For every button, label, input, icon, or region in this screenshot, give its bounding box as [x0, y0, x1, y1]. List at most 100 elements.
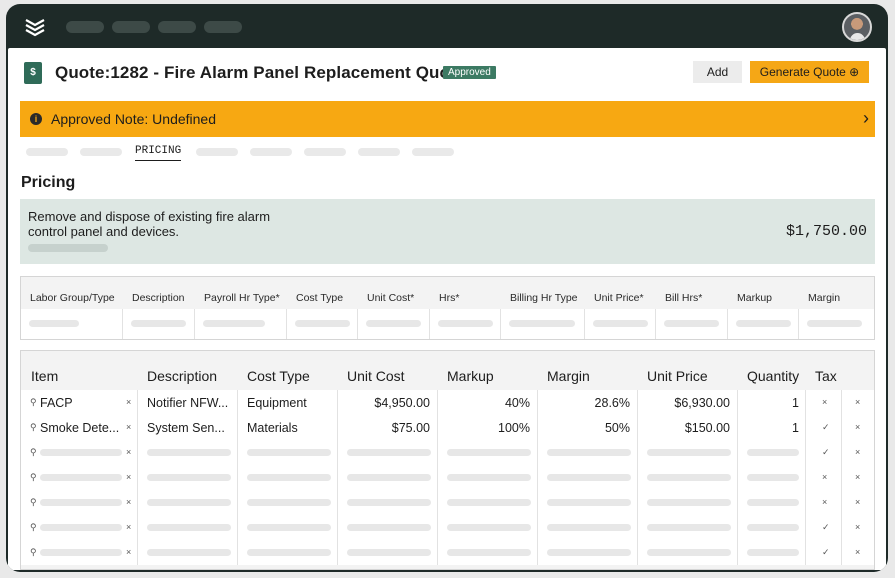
table-cell[interactable] — [738, 490, 806, 515]
nav-item[interactable] — [66, 21, 104, 33]
table-cell[interactable] — [638, 465, 738, 490]
tax-toggle[interactable]: × — [822, 397, 827, 407]
nav-item[interactable] — [158, 21, 196, 33]
tab-placeholder[interactable] — [26, 148, 68, 156]
margin-cell[interactable]: 28.6% — [538, 390, 638, 415]
table-cell[interactable]: ✓ — [806, 540, 842, 565]
delete-row-icon[interactable]: × — [855, 497, 860, 507]
table-cell[interactable] — [738, 540, 806, 565]
labor-cell[interactable] — [585, 309, 656, 339]
table-cell[interactable] — [738, 440, 806, 465]
table-cell[interactable] — [138, 540, 238, 565]
table-row[interactable]: ⚲ × × × — [21, 465, 874, 490]
labor-cell[interactable] — [430, 309, 501, 339]
tab-placeholder[interactable] — [412, 148, 454, 156]
table-row[interactable]: ⚲ × ✓ × — [21, 515, 874, 540]
labor-cell[interactable] — [287, 309, 358, 339]
labor-cell[interactable] — [123, 309, 195, 339]
table-cell[interactable] — [238, 540, 338, 565]
table-cell[interactable] — [238, 515, 338, 540]
table-cell[interactable]: × — [842, 440, 876, 465]
table-cell[interactable]: × — [842, 465, 876, 490]
table-cell[interactable] — [138, 490, 238, 515]
nav-item[interactable] — [112, 21, 150, 33]
clear-icon[interactable]: × — [126, 447, 131, 457]
tax-toggle[interactable]: × — [822, 497, 827, 507]
table-cell[interactable] — [238, 440, 338, 465]
table-row[interactable]: ⚲ FACP × Notifier NFW... Equipment $4,95… — [21, 390, 874, 415]
table-cell[interactable] — [438, 490, 538, 515]
table-cell[interactable] — [338, 515, 438, 540]
table-cell[interactable] — [138, 515, 238, 540]
delete-row-icon[interactable]: × — [855, 472, 860, 482]
table-cell[interactable]: ⚲ × — [21, 490, 138, 515]
labor-cell[interactable] — [195, 309, 287, 339]
item-cell[interactable]: ⚲ FACP × — [21, 390, 138, 415]
table-row[interactable]: ⚲ × × × — [21, 490, 874, 515]
delete-row-icon[interactable]: × — [855, 397, 860, 407]
description-cell[interactable]: System Sen... — [138, 415, 238, 440]
labor-cell[interactable] — [501, 309, 585, 339]
table-row[interactable]: ⚲ × ✓ × — [21, 440, 874, 465]
clear-icon[interactable]: × — [126, 497, 131, 507]
table-cell[interactable] — [738, 515, 806, 540]
delete-cell[interactable]: × — [842, 390, 876, 415]
tax-toggle[interactable]: ✓ — [822, 522, 830, 533]
table-cell[interactable]: ⚲ × — [21, 465, 138, 490]
labor-cell[interactable] — [799, 309, 875, 339]
table-cell[interactable]: ✓ — [806, 440, 842, 465]
unit-cost-cell[interactable]: $4,950.00 — [338, 390, 438, 415]
table-cell[interactable] — [338, 465, 438, 490]
table-cell[interactable]: × — [842, 490, 876, 515]
table-cell[interactable]: × — [806, 465, 842, 490]
labor-table-row[interactable] — [21, 309, 874, 339]
table-cell[interactable] — [538, 490, 638, 515]
cost-type-cell[interactable]: Equipment — [238, 390, 338, 415]
delete-row-icon[interactable]: × — [855, 422, 860, 432]
tab-placeholder[interactable] — [304, 148, 346, 156]
delete-row-icon[interactable]: × — [855, 547, 860, 557]
delete-cell[interactable]: × — [842, 415, 876, 440]
tab-placeholder[interactable] — [358, 148, 400, 156]
generate-quote-button[interactable]: Generate Quote ⊕ — [750, 61, 869, 83]
table-cell[interactable]: ⚲ × — [21, 440, 138, 465]
table-cell[interactable] — [238, 490, 338, 515]
tab-placeholder[interactable] — [80, 148, 122, 156]
tax-cell[interactable]: ✓ — [806, 415, 842, 440]
table-cell[interactable] — [538, 540, 638, 565]
clear-icon[interactable]: × — [126, 547, 131, 557]
table-cell[interactable] — [438, 515, 538, 540]
table-cell[interactable] — [738, 465, 806, 490]
tab-placeholder[interactable] — [196, 148, 238, 156]
table-cell[interactable]: × — [842, 515, 876, 540]
chevron-right-icon[interactable]: › — [863, 108, 869, 129]
add-button[interactable]: Add — [693, 61, 742, 83]
markup-cell[interactable]: 40% — [438, 390, 538, 415]
table-cell[interactable] — [138, 440, 238, 465]
clear-icon[interactable]: × — [126, 397, 131, 407]
labor-cell[interactable] — [728, 309, 799, 339]
table-cell[interactable] — [338, 540, 438, 565]
table-row[interactable]: ⚲ Smoke Dete... × System Sen... Material… — [21, 415, 874, 440]
table-cell[interactable]: ⚲ × — [21, 515, 138, 540]
table-cell[interactable] — [638, 540, 738, 565]
cost-type-cell[interactable]: Materials — [238, 415, 338, 440]
table-cell[interactable] — [538, 465, 638, 490]
user-avatar[interactable] — [842, 12, 872, 42]
labor-cell[interactable] — [656, 309, 728, 339]
tax-toggle[interactable]: ✓ — [822, 447, 830, 458]
table-cell[interactable]: ✓ — [806, 515, 842, 540]
table-cell[interactable] — [438, 540, 538, 565]
tax-toggle[interactable]: × — [822, 472, 827, 482]
unit-price-cell[interactable]: $6,930.00 — [638, 390, 738, 415]
approved-note-banner[interactable]: i Approved Note: Undefined › — [20, 101, 875, 137]
clear-icon[interactable]: × — [126, 422, 131, 432]
table-cell[interactable]: ⚲ × — [21, 540, 138, 565]
tab-pricing[interactable]: PRICING — [135, 145, 182, 161]
unit-cost-cell[interactable]: $75.00 — [338, 415, 438, 440]
table-cell[interactable] — [538, 440, 638, 465]
quantity-cell[interactable]: 1 — [738, 415, 806, 440]
labor-cell[interactable] — [358, 309, 430, 339]
margin-cell[interactable]: 50% — [538, 415, 638, 440]
clear-icon[interactable]: × — [126, 522, 131, 532]
